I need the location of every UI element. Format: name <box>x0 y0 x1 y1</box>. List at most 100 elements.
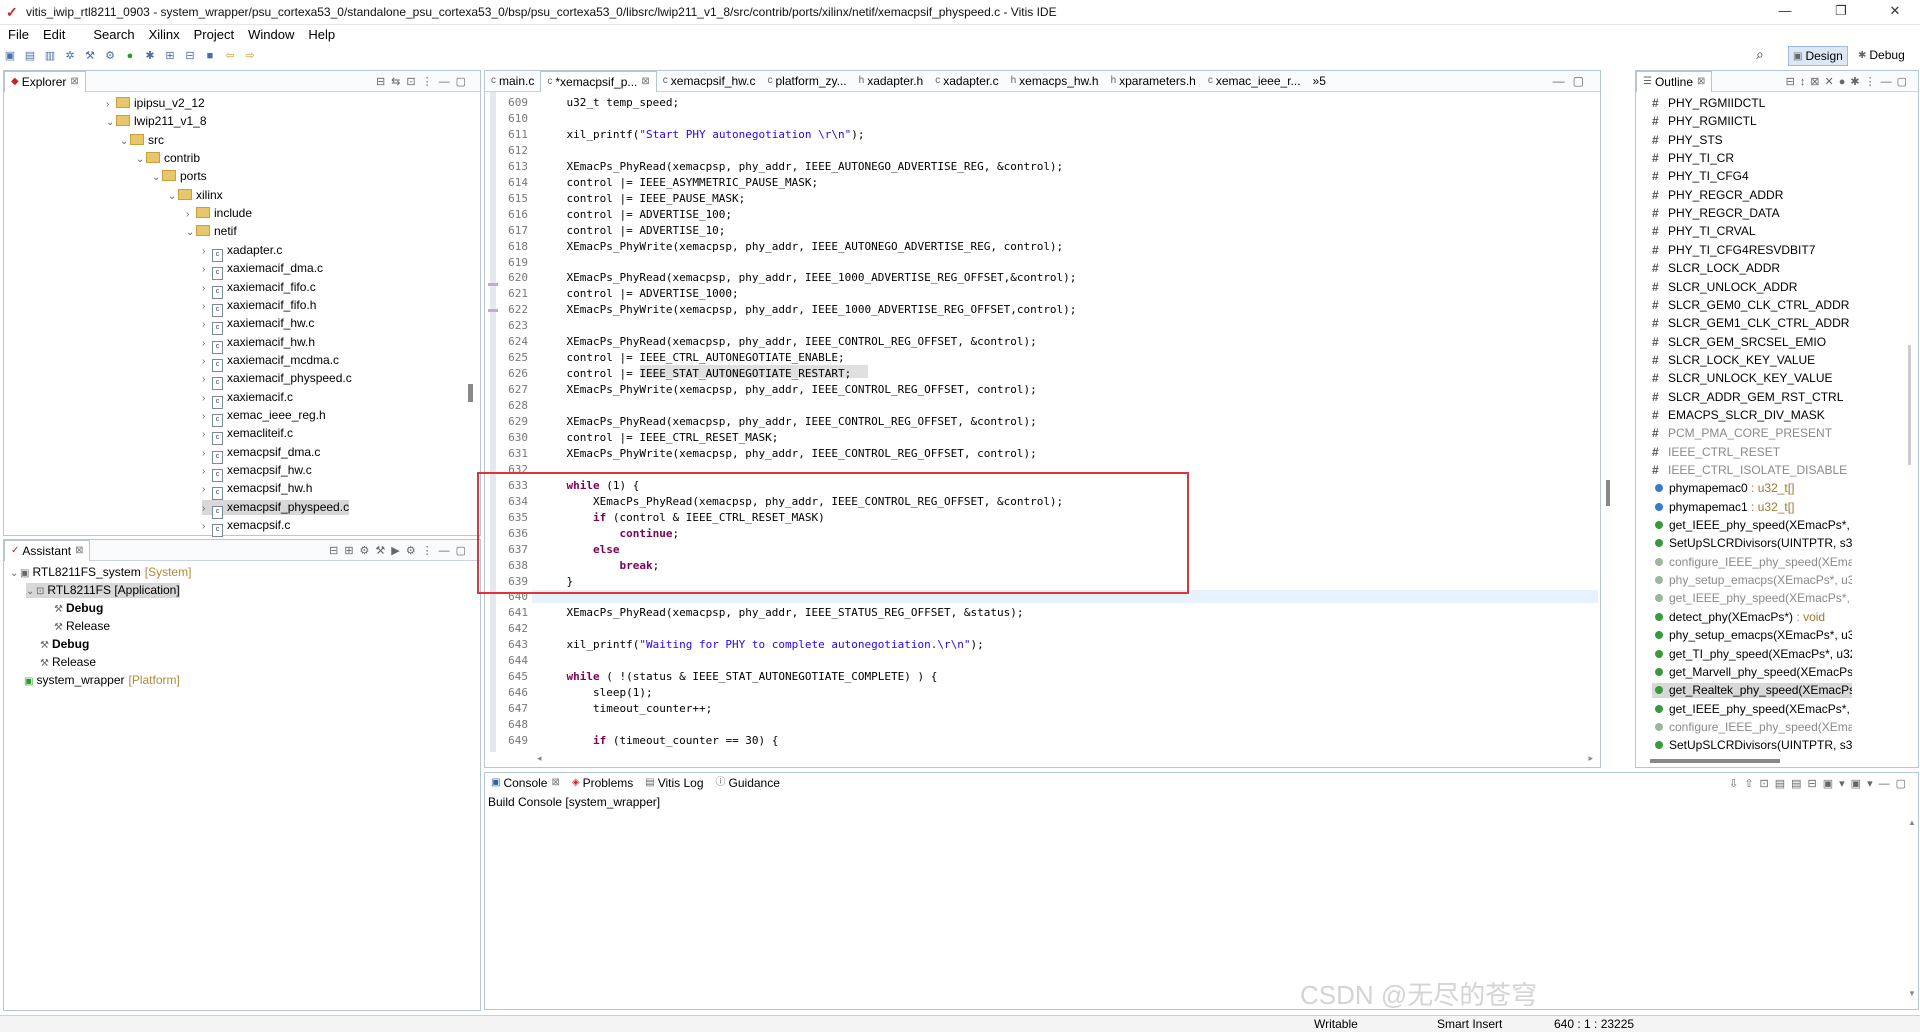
console-scrollbar[interactable]: ▲ ▼ <box>1908 818 1916 998</box>
perspective-design[interactable]: ▣ Design <box>1788 46 1848 66</box>
outline-item[interactable]: # SLCR_LOCK_KEY_VALUE <box>1652 353 1852 368</box>
code-line[interactable]: u32_t temp_speed; <box>540 96 679 109</box>
explorer-item[interactable]: ⌄ netif <box>186 224 237 239</box>
outline-item[interactable]: detect_phy(XEmacPs*) : void <box>1652 610 1852 625</box>
editor-tab[interactable]: h xparameters.h <box>1105 71 1202 91</box>
back-icon[interactable]: ⇦ <box>223 49 237 63</box>
explorer-item[interactable]: › c xemacpsif.c <box>202 518 290 538</box>
hammer-icon[interactable]: ⚒ <box>83 49 97 63</box>
code-line[interactable]: control |= IEEE_CTRL_RESET_MASK; <box>540 431 778 444</box>
chevron-right-icon[interactable]: › <box>202 317 212 332</box>
explorer-item[interactable]: ⌄ ports <box>152 169 207 184</box>
outline-item[interactable]: # PHY_TI_CFG4 <box>1652 169 1852 184</box>
explorer-item[interactable]: ⌄ contrib <box>136 151 200 166</box>
minimize-button[interactable]: — <box>1762 0 1808 24</box>
menu-file[interactable]: File <box>8 27 29 42</box>
chevron-down-icon[interactable]: ⌄ <box>10 566 20 581</box>
close-icon[interactable]: ⊠ <box>641 72 649 92</box>
chevron-right-icon[interactable]: › <box>202 427 212 442</box>
chevron-down-icon[interactable]: ⌄ <box>26 584 36 599</box>
outline-item[interactable]: # SLCR_GEM_SRCSEL_EMIO <box>1652 335 1852 350</box>
code-line[interactable]: control |= ADVERTISE_10; <box>540 224 725 237</box>
outline-item[interactable]: SetUpSLCRDivisors(UINTPTR, s32_t) : v <box>1652 738 1852 753</box>
outline-item[interactable]: # PCM_PMA_CORE_PRESENT <box>1652 426 1852 441</box>
chevron-down-icon[interactable]: ⌄ <box>152 170 162 185</box>
outline-item[interactable]: configure_IEEE_phy_speed(XEmacPs*, u <box>1652 555 1852 570</box>
outline-item[interactable]: get_IEEE_phy_speed(XEmacPs*, u32_t) <box>1652 518 1852 533</box>
editor-tab[interactable]: h xemacps_hw.h <box>1005 71 1105 91</box>
explorer-item[interactable]: › c xemacpsif_physpeed.c <box>202 499 350 519</box>
code-line[interactable]: xil_printf("Waiting for PHY to complete … <box>540 638 983 651</box>
menu-project[interactable]: Project <box>194 27 234 42</box>
menu-xilinx[interactable]: Xilinx <box>149 27 180 42</box>
chevron-right-icon[interactable]: › <box>202 281 212 296</box>
explorer-item[interactable]: › c xemac_ieee_reg.h <box>202 408 326 427</box>
close-icon[interactable]: ⊠ <box>75 541 83 561</box>
tab-vitis-log[interactable]: ▤ Vitis Log <box>639 773 709 793</box>
tab-assistant[interactable]: ✓ Assistant ⊠ <box>4 539 91 561</box>
menu-edit[interactable]: Edit <box>43 27 65 42</box>
code-line[interactable]: control |= IEEE_CTRL_AUTONEGOTIATE_ENABL… <box>540 351 844 364</box>
program-icon[interactable]: ⊞ <box>163 49 177 63</box>
explorer-item[interactable]: › c xemacpsif_hw.h <box>202 481 312 501</box>
code-line[interactable]: sleep(1); <box>540 686 653 699</box>
outline-vscrollbar[interactable] <box>1908 345 1911 465</box>
menu-search[interactable]: Search <box>93 27 134 42</box>
editor-tab[interactable]: c *xemacpsif_p... ⊠ <box>540 70 657 92</box>
outline-item[interactable]: # PHY_TI_CRVAL <box>1652 224 1852 239</box>
code-line[interactable]: XEmacPs_PhyWrite(xemacpsp, phy_addr, IEE… <box>540 447 1036 460</box>
chevron-down-icon[interactable]: ⌄ <box>136 152 146 167</box>
editor-tab[interactable]: c main.c <box>485 71 540 91</box>
chevron-right-icon[interactable]: › <box>106 97 116 112</box>
code-line[interactable]: if (timeout_counter == 30) { <box>540 734 778 747</box>
editor-hscrollbar[interactable]: ◂ ▸ <box>535 753 1595 764</box>
tab-guidance[interactable]: ⓘ Guidance <box>710 773 786 793</box>
chevron-down-icon[interactable]: ⌄ <box>168 189 178 204</box>
editor-tab[interactable]: h xadapter.h <box>853 71 930 91</box>
outline-item[interactable]: # PHY_RGMIICTL <box>1652 114 1852 129</box>
explorer-item[interactable]: ⌄ xilinx <box>168 188 223 203</box>
code-line[interactable]: XEmacPs_PhyRead(xemacpsp, phy_addr, IEEE… <box>540 415 1036 428</box>
editor-tab[interactable]: c platform_zy... <box>761 71 852 91</box>
save-all-icon[interactable]: ▥ <box>43 49 57 63</box>
outline-item[interactable]: get_TI_phy_speed(XEmacPs*, u32_t) : u <box>1652 647 1852 662</box>
outline-item[interactable]: # PHY_STS <box>1652 133 1852 148</box>
outline-item[interactable]: configure_IEEE_phy_speed(XEmacPs*, u <box>1652 720 1852 735</box>
outline-item[interactable]: phymapemac1 : u32_t[] <box>1652 500 1852 515</box>
assistant-item[interactable]: ⚒ Release <box>40 655 96 670</box>
outline-item[interactable]: # PHY_TI_CR <box>1652 151 1852 166</box>
chevron-right-icon[interactable]: › <box>202 446 212 461</box>
explorer-item[interactable]: ⌄ lwip211_v1_8 <box>106 114 207 129</box>
editor-tab[interactable]: »5 <box>1307 71 1332 91</box>
outline-item[interactable]: # SLCR_GEM1_CLK_CTRL_ADDR <box>1652 316 1852 331</box>
code-line[interactable]: XEmacPs_PhyWrite(xemacpsp, phy_addr, IEE… <box>540 240 1063 253</box>
explorer-scrollbar[interactable] <box>468 384 473 402</box>
close-icon[interactable]: ⊠ <box>70 72 78 92</box>
chevron-right-icon[interactable]: › <box>202 299 212 314</box>
perspective-debug[interactable]: ✱ Debug <box>1854 46 1909 64</box>
editor-min-max-icons[interactable]: —▢ <box>1553 74 1592 88</box>
outline-item[interactable]: phy_setup_emacps(XEmacPs*, u32_t) : <box>1652 628 1852 643</box>
menu-help[interactable]: Help <box>308 27 335 42</box>
code-line[interactable]: control |= ADVERTISE_100; <box>540 208 732 221</box>
assistant-toolbar-icons[interactable]: ⊟⊞⚙⚒▶⚙⋮—▢ <box>329 544 472 557</box>
chevron-right-icon[interactable]: › <box>202 372 212 387</box>
chevron-right-icon[interactable]: › <box>186 207 196 222</box>
search-icon[interactable]: ⌕ <box>1756 46 1764 63</box>
tab-explorer[interactable]: ◆ Explorer ⊠ <box>4 70 86 92</box>
code-line[interactable]: XEmacPs_PhyWrite(xemacpsp, phy_addr, IEE… <box>540 383 1036 396</box>
outline-item[interactable]: # SLCR_UNLOCK_ADDR <box>1652 280 1852 295</box>
chevron-right-icon[interactable]: › <box>202 244 212 259</box>
explorer-item[interactable]: › c xaxiemacif_hw.h <box>202 335 315 354</box>
editor-tab[interactable]: c xadapter.c <box>929 71 1004 91</box>
tab-console[interactable]: ▣ Console ⊠ <box>485 773 566 793</box>
editor-tab[interactable]: c xemacpsif_hw.c <box>657 71 762 91</box>
outline-item[interactable]: get_Marvell_phy_speed(XEmacPs*, u32 <box>1652 665 1852 680</box>
assistant-item[interactable]: ⚒ Release <box>54 619 110 634</box>
explorer-item[interactable]: › include <box>186 206 252 221</box>
chevron-right-icon[interactable]: › <box>202 391 212 406</box>
menu-window[interactable]: Window <box>248 27 294 42</box>
chevron-right-icon[interactable]: › <box>202 354 212 369</box>
tab-outline[interactable]: ☰ Outline ⊠ <box>1636 70 1713 92</box>
explorer-item[interactable]: › ipipsu_v2_12 <box>106 96 205 111</box>
